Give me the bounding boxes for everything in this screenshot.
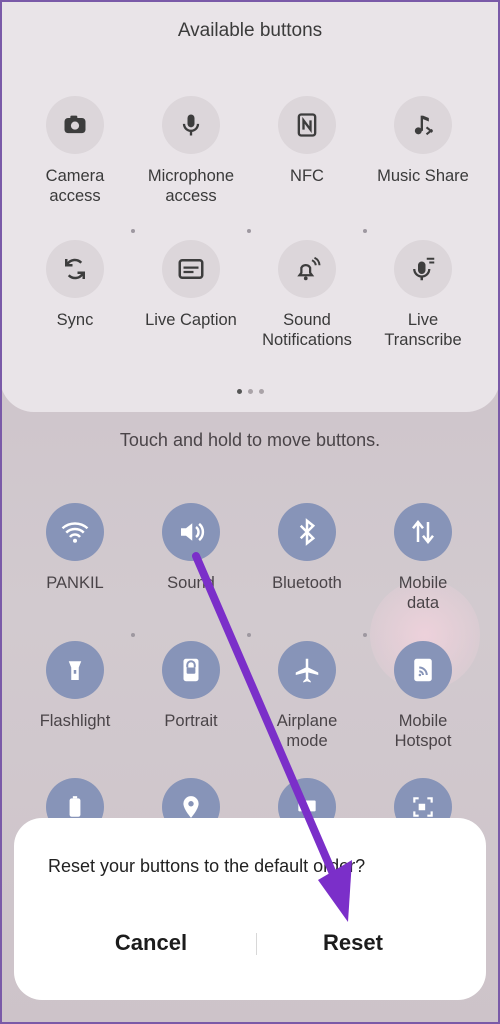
- tile-label: Sound: [167, 574, 215, 592]
- sound-icon: [181, 522, 205, 542]
- active-tile-mobile-data[interactable]: Mobile data: [365, 503, 481, 613]
- camera-access-button[interactable]: [46, 96, 104, 154]
- tile-label: Live Caption: [145, 311, 237, 329]
- dialog-message: Reset your buttons to the default order?: [48, 856, 366, 876]
- separator-dot: [247, 229, 251, 233]
- available-tile-nfc[interactable]: NFC: [249, 96, 365, 186]
- page-dot: [236, 389, 242, 394]
- bluetooth-icon: [299, 518, 316, 546]
- camera-icon: [64, 115, 86, 134]
- tile-label: Mobile data: [398, 574, 448, 612]
- separator-dot: [247, 633, 251, 637]
- available-tile-camera-access[interactable]: Camera access: [17, 96, 133, 206]
- available-buttons-title: Available buttons: [177, 20, 323, 41]
- screen-icon: [298, 800, 316, 812]
- location-icon: [183, 796, 199, 818]
- battery-saver-icon: [69, 796, 81, 817]
- tile-label: Portrait: [164, 712, 218, 730]
- active-tile-portrait[interactable]: Portrait: [133, 641, 249, 731]
- live-caption-icon: [178, 259, 204, 279]
- airplane-icon: [295, 658, 319, 683]
- tile-label: Sound Notifications: [262, 311, 352, 349]
- page-indicator: [0, 381, 500, 399]
- sound-notifications-button[interactable]: [278, 240, 336, 298]
- separator-dot: [363, 229, 367, 233]
- tile-label: Flashlight: [39, 712, 111, 730]
- music-share-icon: [414, 115, 433, 136]
- tile-label: NFC: [290, 167, 324, 185]
- microphone-icon: [182, 114, 200, 136]
- page-dot: [247, 389, 253, 394]
- portrait-icon: [183, 658, 199, 682]
- available-tile-music-share[interactable]: Music Share: [365, 96, 481, 186]
- mobile-hotspot-button[interactable]: [394, 641, 452, 699]
- music-share-button[interactable]: [394, 96, 452, 154]
- available-tile-sound-notifications[interactable]: Sound Notifications: [249, 240, 365, 350]
- active-tile-bluetooth[interactable]: Bluetooth: [249, 503, 365, 593]
- nfc-button[interactable]: [278, 96, 336, 154]
- microphone-access-button[interactable]: [162, 96, 220, 154]
- nfc-icon: [297, 113, 317, 137]
- active-tile-mobile-hotspot[interactable]: Mobile Hotspot: [365, 641, 481, 751]
- separator-dot: [131, 633, 135, 637]
- page-dot: [258, 389, 264, 394]
- sync-button[interactable]: [46, 240, 104, 298]
- available-tile-live-caption[interactable]: Live Caption: [133, 240, 249, 330]
- live-transcribe-icon: [413, 257, 435, 281]
- tile-label: Airplane mode: [276, 712, 338, 750]
- tile-label: Music Share: [377, 167, 469, 185]
- reset-dialog: Reset your buttons to the default order?…: [14, 818, 486, 1000]
- move-buttons-hint: Touch and hold to move buttons.: [119, 430, 381, 450]
- available-tile-sync[interactable]: Sync: [17, 240, 133, 330]
- tile-label: Mobile Hotspot: [394, 712, 452, 750]
- mobile-data-button[interactable]: [394, 503, 452, 561]
- active-tile-sound[interactable]: Sound: [133, 503, 249, 593]
- available-buttons-panel: Available buttons Camera access Micropho…: [0, 0, 500, 412]
- tile-label: Microphone access: [147, 167, 235, 205]
- flashlight-icon: [68, 661, 82, 680]
- tile-label: Live Transcribe: [384, 311, 462, 349]
- dialog-divider: [256, 933, 257, 955]
- live-transcribe-button[interactable]: [394, 240, 452, 298]
- wifi-button[interactable]: [46, 503, 104, 561]
- bluetooth-button[interactable]: [278, 503, 336, 561]
- mobile-data-icon: [412, 519, 434, 545]
- tile-label: Bluetooth: [272, 574, 342, 592]
- sync-icon: [65, 258, 85, 280]
- tile-label: Camera access: [45, 167, 105, 205]
- flashlight-button[interactable]: [46, 641, 104, 699]
- hotspot-icon: [414, 658, 432, 682]
- reset-button[interactable]: Reset: [278, 930, 428, 956]
- portrait-button[interactable]: [162, 641, 220, 699]
- cancel-button[interactable]: Cancel: [76, 930, 226, 956]
- tile-label: Sync: [56, 311, 94, 329]
- active-tile-flashlight[interactable]: Flashlight: [17, 641, 133, 731]
- screen-recorder-icon: [413, 797, 433, 817]
- sound-button[interactable]: [162, 503, 220, 561]
- available-tile-live-transcribe[interactable]: Live Transcribe: [365, 240, 481, 350]
- separator-dot: [363, 633, 367, 637]
- active-tile-wifi[interactable]: PANKIL: [17, 503, 133, 593]
- wifi-icon: [61, 522, 89, 543]
- separator-dot: [131, 229, 135, 233]
- available-tile-microphone-access[interactable]: Microphone access: [133, 96, 249, 206]
- active-tile-airplane-mode[interactable]: Airplane mode: [249, 641, 365, 751]
- sound-notifications-icon: [297, 256, 321, 281]
- airplane-mode-button[interactable]: [278, 641, 336, 699]
- live-caption-button[interactable]: [162, 240, 220, 298]
- tile-label: PANKIL: [46, 574, 104, 592]
